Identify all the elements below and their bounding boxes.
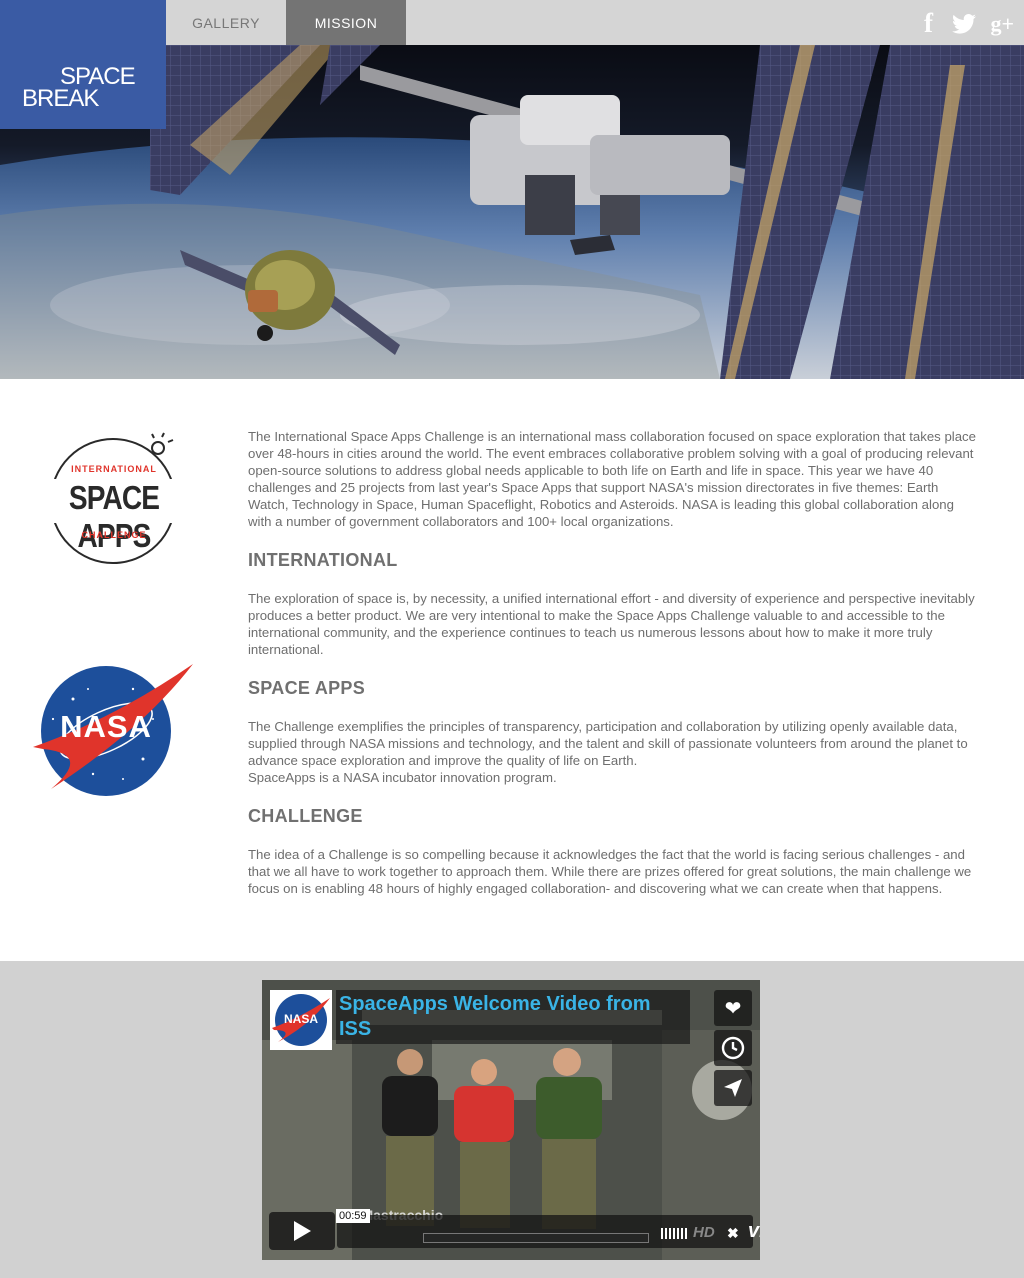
control-strip: HD ✖ vimeo [337,1215,760,1248]
nav-item-mission[interactable]: MISSION [286,0,406,45]
play-button[interactable] [269,1212,335,1250]
video-controls: HD ✖ vimeo 00:59 [269,1209,760,1250]
section-heading-space-apps: SPACE APPS [248,678,366,698]
video-player[interactable]: NASA SpaceApps Welcome Video from ISS ❤ … [262,980,760,1260]
section-body-space-apps-note: SpaceApps is a NASA incubator innovation… [248,770,557,785]
twitter-icon[interactable] [952,13,977,35]
nasa-logo-text: NASA [60,709,152,744]
video-thumbnail-text: NASA [283,1012,318,1026]
site-logo[interactable]: SPACE BREAK [0,0,166,129]
logo-line-2: BREAK [22,85,99,112]
space-apps-logo-bottom: CHALLENGE [81,530,147,540]
volume-control[interactable] [661,1228,687,1239]
section-body-space-apps: The Challenge exemplifies the principles… [248,719,968,768]
video-title-box: SpaceApps Welcome Video from ISS [336,990,690,1044]
video-duration: 00:59 [336,1209,370,1223]
main-nav: GALLERY MISSION [166,0,406,45]
send-icon [724,1079,742,1097]
video-thumbnail[interactable]: NASA [270,990,332,1050]
hd-toggle[interactable]: HD [693,1224,715,1241]
fullscreen-icon[interactable]: ✖ [727,1225,739,1242]
space-apps-logo: INTERNATIONAL SPACE APPS CHALLENGE [30,431,198,571]
progress-bar[interactable] [423,1233,649,1243]
section-body-challenge: The idea of a Challenge is so compelling… [248,847,972,896]
space-apps-logo-main: SPACE APPS [68,479,160,554]
like-button[interactable]: ❤ [714,990,752,1026]
share-button[interactable] [714,1070,752,1106]
nasa-logo: NASA [33,659,198,799]
partner-logos: INTERNATIONAL SPACE APPS CHALLENGE NASA [30,431,200,796]
mission-intro: The International Space Apps Challenge i… [248,429,976,529]
logo-wordmark: SPACE BREAK [22,65,136,112]
play-icon [294,1221,311,1241]
section-heading-international: INTERNATIONAL [248,550,398,570]
mission-text: The International Space Apps Challenge i… [248,428,978,897]
video-title-link[interactable]: SpaceApps Welcome Video from ISS [339,992,679,1042]
mission-section: INTERNATIONAL SPACE APPS CHALLENGE NASA … [0,379,1024,961]
nav-item-gallery[interactable]: GALLERY [166,0,286,45]
space-apps-logo-top: INTERNATIONAL [71,464,157,474]
section-body-international: The exploration of space is, by necessit… [248,591,975,657]
heart-icon: ❤ [724,997,742,1020]
video-section: NASA SpaceApps Welcome Video from ISS ❤ … [0,961,1024,1278]
facebook-icon[interactable]: f [918,8,938,39]
section-heading-challenge: CHALLENGE [248,806,363,826]
google-plus-icon[interactable]: g+ [990,11,1014,37]
social-links: f g+ [918,8,1014,39]
vimeo-logo[interactable]: vimeo [748,1220,760,1243]
watch-later-button[interactable] [714,1030,752,1066]
clock-icon [721,1036,745,1060]
